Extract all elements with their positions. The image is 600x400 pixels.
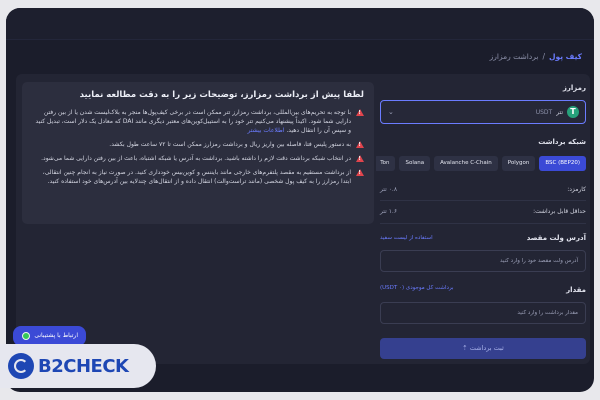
logo-text: B2CHECK <box>38 355 129 377</box>
min-withdraw-row: حداقل قابل برداشت: ۱.۶ تتر <box>380 208 586 215</box>
fee-row: کارمزد: ۰.۸ تتر <box>380 186 586 193</box>
notice-title: لطفا پیش از برداشت رمزارز، توضیحات زیر ر… <box>79 90 364 100</box>
b2check-logo-icon <box>8 353 34 379</box>
notice-text: از برداشت مستقیم به مقصد پلتفرم‌های خارج… <box>42 169 351 185</box>
usdt-icon: T <box>567 106 579 118</box>
min-withdraw-label: حداقل قابل برداشت: <box>533 208 586 215</box>
divider <box>380 200 586 201</box>
address-label: آدرس ولت مقصد <box>526 234 586 242</box>
top-bar <box>6 8 594 40</box>
warning-icon <box>356 141 364 149</box>
network-option-avalanche[interactable]: Avalanche C-Chain <box>434 156 498 171</box>
amount-label: مقدار <box>566 286 586 294</box>
notice-item: در انتخاب شبکه برداشت دقت لازم را داشته … <box>32 154 364 163</box>
breadcrumb-separator: / <box>542 52 545 61</box>
upload-icon: ⇡ <box>462 344 468 352</box>
warning-icon <box>356 109 364 117</box>
chevron-down-icon: ⌄ <box>388 108 394 116</box>
network-option-bsc[interactable]: BSC (BEP20) <box>539 156 586 171</box>
submit-withdraw-button[interactable]: ثبت برداشت ⇡ <box>380 338 586 359</box>
app-window: کیف پول / برداشت رمزارز لطفا پیش از بردا… <box>6 8 594 392</box>
currency-name: تتر <box>556 108 563 116</box>
min-withdraw-value: ۱.۶ تتر <box>380 208 398 215</box>
currency-label: رمزارز <box>562 84 586 92</box>
warning-icon <box>356 169 364 177</box>
breadcrumb-wallet[interactable]: کیف پول <box>549 52 582 61</box>
fee-label: کارمزد: <box>567 186 586 193</box>
network-tabs: BSC (BEP20) Polygon Avalanche C-Chain So… <box>376 156 586 172</box>
warning-icon <box>356 155 364 163</box>
notice-text: با توجه به تحریم‌های بین‌المللی، برداشت … <box>35 109 351 134</box>
more-info-link[interactable]: اطلاعات بیشتر <box>247 127 284 134</box>
withdraw-all-link[interactable]: برداشت کل موجودی (۰ USDT) <box>380 285 454 291</box>
whitelist-link[interactable]: استفاده از لیست سفید <box>380 235 433 241</box>
divider <box>380 223 586 224</box>
amount-input[interactable]: مقدار برداشت را وارد کنید <box>380 302 586 324</box>
fee-value: ۰.۸ تتر <box>380 186 398 193</box>
notice-box: لطفا پیش از برداشت رمزارز، توضیحات زیر ر… <box>22 82 374 224</box>
support-label: ارتباط با پشتیبانی <box>34 332 78 339</box>
network-option-ton[interactable]: Ton <box>376 156 396 171</box>
notice-text: در انتخاب شبکه برداشت دقت لازم را داشته … <box>41 155 351 162</box>
online-status-icon <box>22 332 30 340</box>
network-label: شبکه برداشت <box>538 138 586 146</box>
support-chat-button[interactable]: ارتباط با پشتیبانی <box>13 326 86 346</box>
currency-select[interactable]: T تتر USDT ⌄ <box>380 100 586 124</box>
notice-item: با توجه به تحریم‌های بین‌المللی، برداشت … <box>32 108 364 135</box>
currency-code: USDT <box>535 108 553 116</box>
network-option-solana[interactable]: Solana <box>399 156 431 171</box>
breadcrumb-current: برداشت رمزارز <box>489 52 539 61</box>
address-input[interactable]: آدرس ولت مقصد خود را وارد کنید <box>380 250 586 272</box>
notice-item: به دستور پلیس فتا، فاصله بین واریز ریال … <box>32 140 364 149</box>
watermark-logo: B2CHECK <box>0 344 156 388</box>
withdraw-form: رمزارز T تتر USDT ⌄ شبکه برداشت BSC (BEP… <box>376 74 590 364</box>
withdraw-panel: لطفا پیش از برداشت رمزارز، توضیحات زیر ر… <box>16 74 590 364</box>
notice-text: به دستور پلیس فتا، فاصله بین واریز ریال … <box>109 141 351 148</box>
notice-item: از برداشت مستقیم به مقصد پلتفرم‌های خارج… <box>32 168 364 186</box>
network-option-polygon[interactable]: Polygon <box>501 156 536 171</box>
breadcrumb: کیف پول / برداشت رمزارز <box>490 52 582 61</box>
